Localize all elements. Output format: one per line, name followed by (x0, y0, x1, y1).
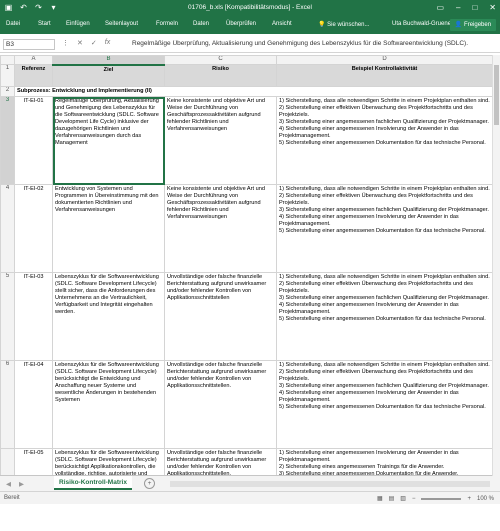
table-cell-kontroll[interactable]: 1) Sicherstellung, dass alle notwendigen… (276, 96, 493, 185)
tab-ansicht[interactable]: Ansicht (272, 21, 292, 27)
vertical-scrollbar[interactable] (492, 55, 500, 476)
tab-einfuegen[interactable]: Einfügen (66, 21, 90, 27)
next-sheet-icon[interactable]: ▶ (19, 480, 24, 488)
table-cell-kontroll[interactable]: 1) Sicherstellung, dass alle notwendigen… (276, 272, 493, 361)
row-header[interactable] (0, 448, 15, 475)
column-header-d[interactable]: D (276, 55, 493, 65)
table-cell-ref[interactable]: IT-EI-05 (14, 448, 53, 475)
table-cell-kontroll[interactable]: 1) Sicherstellung, dass alle notwendigen… (276, 184, 493, 273)
status-ready: Bereit (4, 495, 20, 501)
table-cell-ziel[interactable]: Lebenszyklus für die Softwareentwicklung… (52, 360, 165, 449)
row-header[interactable]: 5 (0, 272, 15, 361)
table-cell-ref[interactable]: IT-EI-03 (14, 272, 53, 361)
share-button[interactable]: 👤 Freigeben (450, 19, 496, 31)
row-header[interactable]: 4 (0, 184, 15, 273)
row-header[interactable]: 2 (0, 86, 15, 97)
page-break-icon[interactable]: ▥ (400, 495, 406, 502)
table-cell-ref[interactable]: IT-EI-01 (14, 96, 53, 185)
table-cell-ziel[interactable]: Lebenszyklus für die Softwareentwicklung… (52, 272, 165, 361)
ribbon-tabs: Datei Start Einfügen Seitenlayout Formel… (0, 16, 500, 34)
zoom-slider[interactable] (421, 497, 462, 500)
header-ziel[interactable]: Ziel (52, 64, 165, 87)
formula-buttons: ⋮ ✕ ✓ fx (62, 39, 110, 47)
sheet-tab-risiko-kontroll-matrix[interactable]: Risiko-Kontroll-Matrix (54, 476, 132, 490)
column-header-b[interactable]: B (52, 55, 165, 66)
status-bar: Bereit ▦ ▤ ▥ − + 100 % (0, 492, 500, 504)
table-cell-ref[interactable]: IT-EI-04 (14, 360, 53, 449)
select-all-corner[interactable] (0, 55, 15, 65)
table-cell-risiko[interactable]: Unvollständige oder falsche finanzielle … (164, 272, 277, 361)
tab-datei[interactable]: Datei (6, 21, 20, 27)
row-header[interactable]: 3 (0, 96, 15, 185)
table-cell-risiko[interactable]: Keine konsistente und objektive Art und … (164, 96, 277, 185)
table-cell-ziel[interactable]: Regelmäßige Überprüfung, Aktualisierung … (52, 96, 165, 185)
lightbulb-icon: 💡 (318, 22, 328, 28)
table-cell-risiko[interactable]: Keine konsistente und objektive Art und … (164, 184, 277, 273)
title-bar: ▣ ↶ ↷ ▾ 01706_b.xls [Kompatibilitätsmodu… (0, 0, 500, 16)
page-layout-icon[interactable]: ▤ (389, 495, 395, 502)
tab-ueberpruefen[interactable]: Überprüfen (226, 21, 256, 27)
header-referenz[interactable]: Referenz (14, 64, 53, 87)
formula-bar: B3 ⋮ ✕ ✓ fx Regelmäßige Überprüfung, Akt… (0, 36, 500, 53)
tell-me-search[interactable]: 💡 Sie wünschen... (318, 21, 370, 28)
tab-formeln[interactable]: Formeln (156, 21, 178, 27)
table-cell-ref[interactable]: IT-EI-02 (14, 184, 53, 273)
add-sheet-button[interactable]: + (144, 478, 155, 489)
close-button[interactable]: ✕ (489, 3, 496, 12)
sheet-tab-bar: ◀ ▶ Risiko-Kontroll-Matrix + (0, 476, 500, 492)
page-bottom (0, 504, 500, 531)
zoom-control: ▦ ▤ ▥ − + 100 % (377, 495, 494, 503)
table-cell-risiko[interactable]: Unvollständige oder falsche finanzielle … (164, 360, 277, 449)
horizontal-scrollbar[interactable] (170, 481, 490, 487)
prev-sheet-icon[interactable]: ◀ (6, 480, 11, 488)
tab-start[interactable]: Start (38, 21, 51, 27)
more-icon[interactable]: ⋮ (62, 39, 69, 47)
sheet-nav: ◀ ▶ (6, 480, 24, 488)
header-risiko[interactable]: Risiko (164, 64, 277, 87)
ribbon-display-icon[interactable]: ▭ (436, 3, 444, 12)
subprocess-title[interactable]: Subprozess: Entwicklung und Implementier… (14, 86, 493, 97)
column-header-c[interactable]: C (164, 55, 277, 65)
normal-view-icon[interactable]: ▦ (377, 495, 383, 502)
scrollbar-thumb[interactable] (494, 65, 499, 125)
table-cell-kontroll[interactable]: 1) Sicherstellung, dass alle notwendigen… (276, 360, 493, 449)
worksheet-grid[interactable]: A B C D 1 Referenz Ziel Risiko Beispiel … (0, 55, 500, 476)
enter-icon[interactable]: ✓ (91, 39, 97, 47)
row-header[interactable]: 6 (0, 360, 15, 449)
table-cell-ziel[interactable]: Entwicklung von Systemen und Programmen … (52, 184, 165, 273)
insert-function-icon[interactable]: fx (105, 39, 110, 47)
zoom-level[interactable]: 100 % (477, 496, 494, 502)
maximize-button[interactable]: □ (472, 3, 477, 12)
row-header[interactable]: 1 (0, 64, 15, 87)
table-cell-risiko[interactable]: Unvollständige oder falsche finanzielle … (164, 448, 277, 475)
formula-input[interactable]: Regelmäßige Überprüfung, Aktualisierung … (132, 40, 492, 47)
window-title: 01706_b.xls [Kompatibilitätsmodus] - Exc… (188, 4, 312, 11)
name-box[interactable]: B3 (3, 39, 55, 50)
header-kontroll[interactable]: Beispiel Kontrollaktivität (276, 64, 493, 87)
table-cell-ziel[interactable]: Lebenszyklus für die Softwareentwicklung… (52, 448, 165, 475)
tab-daten[interactable]: Daten (193, 21, 209, 27)
minimize-button[interactable]: – (456, 3, 460, 12)
zoom-in-icon[interactable]: + (467, 496, 471, 502)
cell-table: A B C D 1 Referenz Ziel Risiko Beispiel … (0, 55, 493, 475)
column-header-a[interactable]: A (14, 55, 53, 65)
window-controls: ▭ – □ ✕ (436, 3, 496, 12)
table-cell-kontroll[interactable]: 1) Sicherstellung einer angemessenen Inv… (276, 448, 493, 475)
zoom-out-icon[interactable]: − (412, 496, 416, 502)
tab-seitenlayout[interactable]: Seitenlayout (105, 21, 138, 27)
person-icon: 👤 (454, 22, 465, 28)
cancel-icon[interactable]: ✕ (77, 39, 83, 47)
